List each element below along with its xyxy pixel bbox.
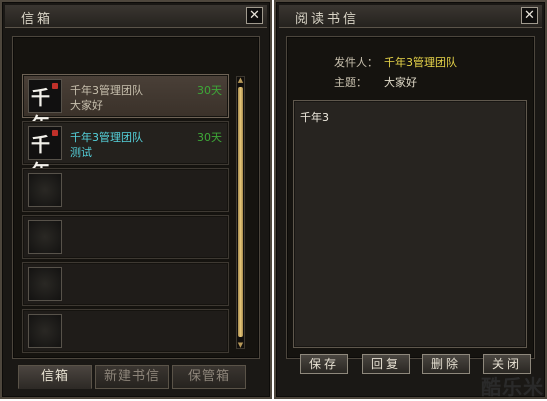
subject-value: 大家好 (384, 76, 417, 89)
tab-storage[interactable]: 保管箱 (172, 365, 246, 389)
delete-button[interactable]: 删除 (422, 354, 470, 374)
letter-body-text: 千年3 (300, 111, 329, 124)
mail-expiry: 30天 (197, 131, 222, 144)
sender-value: 千年3管理团队 (384, 56, 457, 69)
empty-mail-slot[interactable] (22, 215, 229, 259)
sender-label: 发件人： (334, 56, 378, 69)
letter-body[interactable]: 千年3 (293, 100, 527, 348)
avatar-seal-icon (52, 83, 58, 89)
mail-item[interactable]: 千年 千年3管理团队 大家好 30天 (22, 74, 229, 136)
save-button[interactable]: 保存 (300, 354, 348, 374)
mail-from: 千年3管理团队 (70, 131, 143, 144)
tab-new-letter[interactable]: 新建书信 (95, 365, 169, 389)
reader-titlebar[interactable]: 阅读书信 ✕ (279, 5, 542, 28)
scroll-up-icon[interactable]: ▲ (237, 76, 244, 84)
inbox-title: 信箱 (21, 12, 54, 27)
empty-avatar-slot (28, 314, 62, 348)
mail-expiry: 30天 (197, 84, 222, 97)
sender-avatar: 千年 (28, 79, 62, 136)
reply-button[interactable]: 回复 (362, 354, 410, 374)
site-watermark: 酷乐米 (481, 375, 544, 399)
empty-mail-slot[interactable] (22, 309, 229, 353)
empty-mail-slot[interactable] (22, 262, 229, 306)
scroll-down-icon[interactable]: ▼ (237, 341, 244, 349)
sender-avatar: 千年 (28, 126, 62, 183)
empty-avatar-slot (28, 173, 62, 207)
mail-list: 千年 千年3管理团队 大家好 30天 千年 千年3管理团队 测试 30天 (22, 74, 229, 356)
mail-subject: 大家好 (70, 99, 103, 112)
mail-item[interactable]: 千年 千年3管理团队 测试 30天 (22, 121, 229, 183)
reader-title: 阅读书信 (295, 12, 360, 27)
subject-row: 主题： 大家好 (276, 74, 545, 90)
empty-mail-slot[interactable] (22, 168, 229, 212)
sender-row: 发件人： 千年3管理团队 (276, 54, 545, 70)
avatar-seal-icon (52, 130, 58, 136)
inbox-close-button[interactable]: ✕ (246, 7, 263, 24)
subject-label: 主题： (334, 76, 367, 89)
scroll-thumb[interactable] (238, 87, 243, 337)
empty-avatar-slot (28, 220, 62, 254)
mail-from: 千年3管理团队 (70, 84, 143, 97)
tab-inbox[interactable]: 信箱 (18, 365, 92, 389)
mail-list-scrollbar[interactable]: ▲ ▼ (236, 76, 245, 349)
empty-avatar-slot (28, 267, 62, 301)
reader-close-button[interactable]: ✕ (521, 7, 538, 24)
reader-window: 阅读书信 ✕ 发件人： 千年3管理团队 主题： 大家好 千年3 保存 回复 删除… (274, 0, 547, 399)
inbox-titlebar[interactable]: 信箱 ✕ (5, 5, 267, 28)
mail-subject: 测试 (70, 146, 92, 159)
